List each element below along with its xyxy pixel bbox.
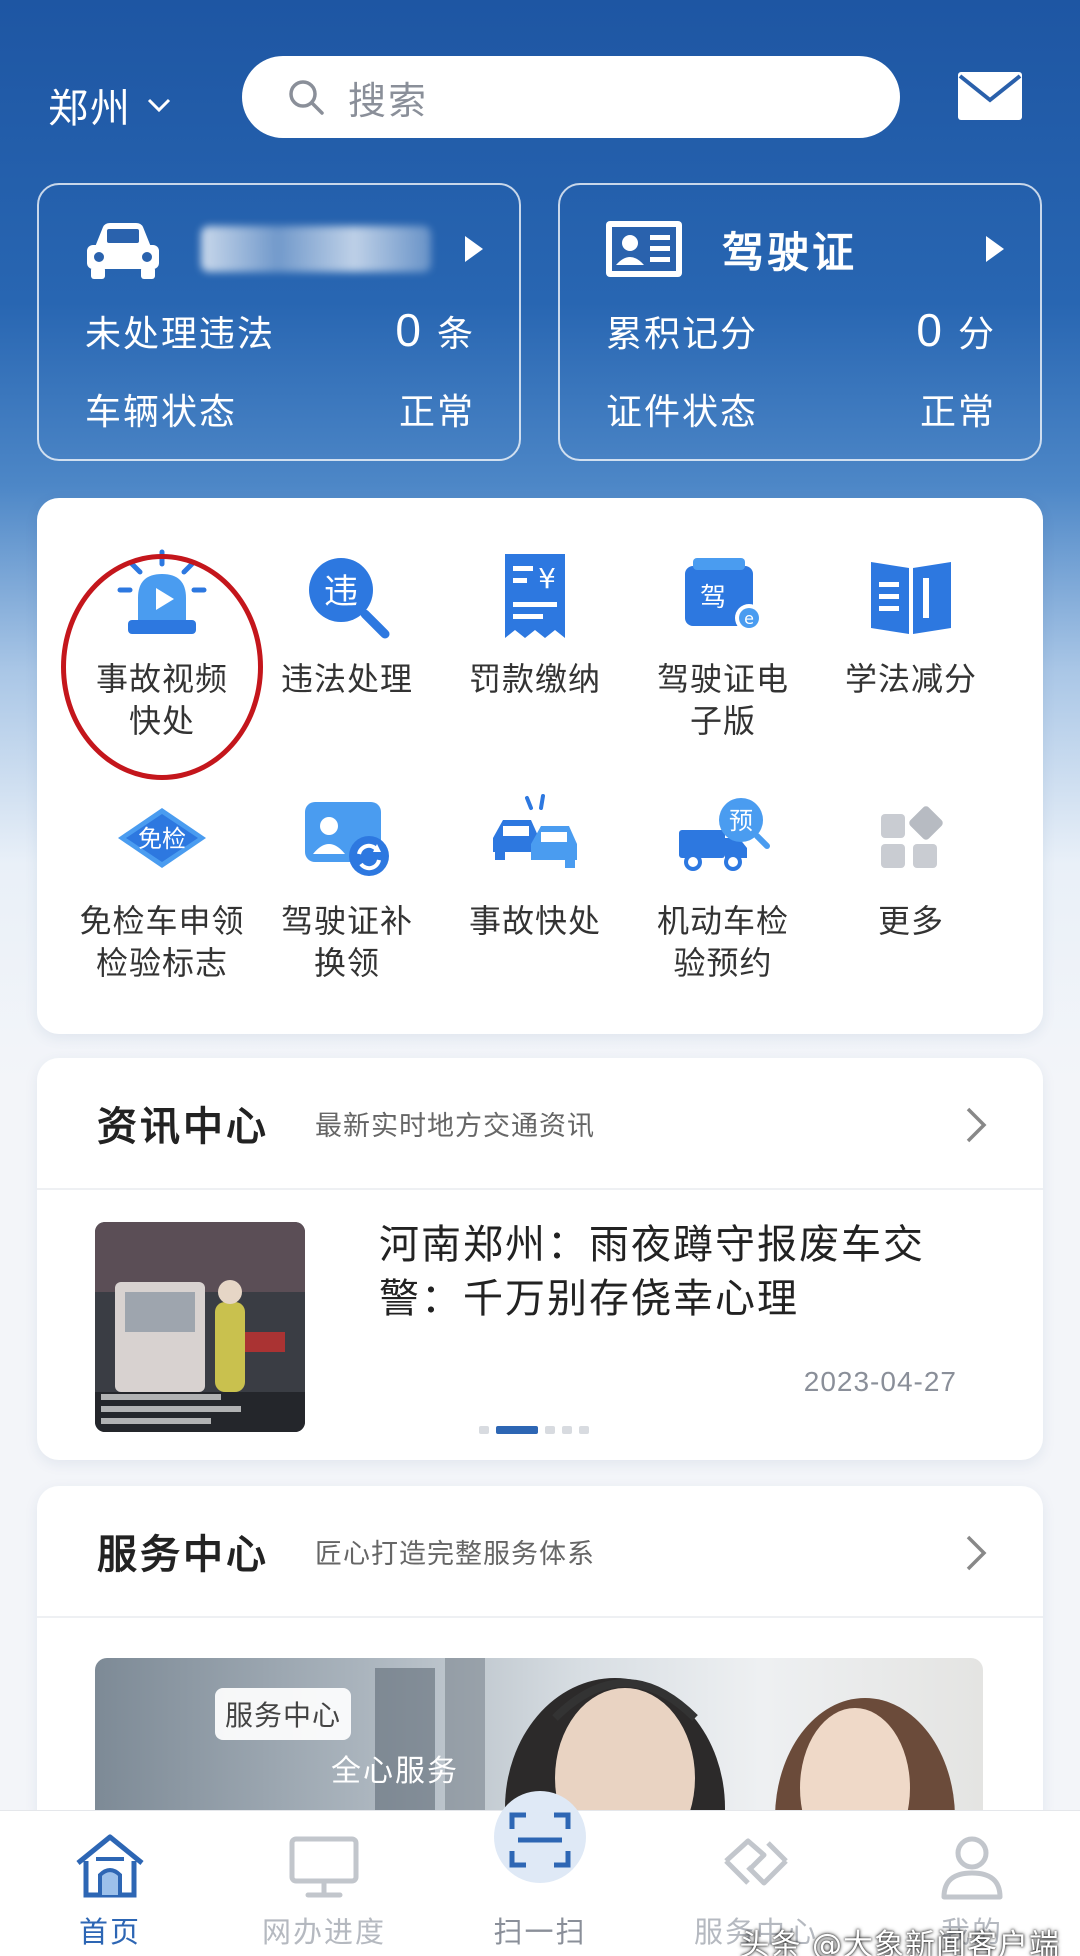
fine-receipt-icon: ¥ bbox=[505, 554, 565, 638]
car-icon bbox=[87, 223, 159, 279]
search-icon bbox=[289, 80, 324, 115]
func-label: 罚款缴纳 bbox=[468, 660, 601, 698]
license-status-value: 正常 bbox=[919, 392, 996, 433]
chevron-down-icon bbox=[147, 98, 171, 113]
search-input[interactable]: 搜索 bbox=[242, 56, 900, 138]
license-title: 驾驶证 bbox=[722, 227, 858, 277]
service-banner-tag: 服务中心 bbox=[215, 1688, 352, 1740]
vehicle-card[interactable]: 未处理违法 0 条 车辆状态 正常 bbox=[37, 183, 521, 461]
vehicle-status-label: 车辆状态 bbox=[85, 392, 238, 433]
func-violation[interactable]: 违 违法处理 bbox=[252, 548, 442, 700]
truck-booking-icon: 预 bbox=[679, 798, 770, 871]
plate-number-blurred bbox=[201, 226, 431, 272]
license-card[interactable]: 驾驶证 累积记分 0 分 证件状态 正常 bbox=[558, 183, 1042, 461]
func-label: 更多 bbox=[877, 902, 944, 940]
func-label: 事故视频快处 bbox=[95, 660, 228, 740]
func-label: 免检车申领检验标志 bbox=[79, 902, 245, 982]
service-title: 服务中心 bbox=[97, 1532, 269, 1578]
siren-video-icon bbox=[117, 549, 207, 634]
top-bar: 郑州 搜索 bbox=[0, 50, 1080, 160]
function-grid: 事故视频快处 违 违法处理 ¥ 罚款缴纳 驾 e 驾驶证电子版 学法减分 免检 … bbox=[37, 498, 1043, 1034]
tab-label: 网办进度 bbox=[261, 1915, 386, 1949]
violations-count: 0 bbox=[395, 304, 423, 356]
func-label: 事故快处 bbox=[468, 902, 601, 940]
e-license-icon: 驾 e bbox=[685, 558, 763, 632]
scan-icon bbox=[509, 1812, 571, 1868]
func-quick-accident[interactable]: 事故快处 bbox=[440, 790, 630, 942]
home-icon bbox=[76, 1834, 144, 1898]
book-icon bbox=[871, 562, 951, 634]
func-label: 学法减分 bbox=[844, 660, 977, 698]
points-unit: 分 bbox=[957, 314, 996, 355]
func-label: 驾驶证补换领 bbox=[280, 902, 413, 982]
violations-label: 未处理违法 bbox=[85, 314, 276, 355]
monitor-icon bbox=[289, 1836, 359, 1898]
func-exempt-inspection[interactable]: 免检 免检车申领检验标志 bbox=[67, 790, 257, 984]
license-status-label: 证件状态 bbox=[606, 392, 759, 433]
more-grid-icon bbox=[881, 806, 943, 868]
points-value: 0 bbox=[916, 304, 944, 356]
tab-scan[interactable]: 扫一扫 bbox=[460, 1791, 620, 1951]
tab-label: 扫一扫 bbox=[493, 1915, 587, 1949]
func-label: 驾驶证电子版 bbox=[656, 660, 789, 740]
news-thumbnail[interactable] bbox=[95, 1222, 305, 1432]
license-renew-icon bbox=[305, 802, 389, 876]
service-header[interactable]: 服务中心 匠心打造完整服务体系 bbox=[37, 1486, 1043, 1618]
car-crash-icon bbox=[493, 794, 577, 868]
handshake-icon bbox=[724, 1838, 788, 1886]
user-icon bbox=[941, 1836, 1003, 1900]
news-headline[interactable]: 河南郑州：雨夜蹲守报废车交警：千万别存侥幸心理 bbox=[379, 1218, 969, 1326]
news-date: 2023-04-27 bbox=[803, 1366, 957, 1397]
svg-text:免检: 免检 bbox=[138, 825, 186, 853]
func-study-deduct[interactable]: 学法减分 bbox=[816, 548, 1006, 700]
svg-text:e: e bbox=[744, 609, 754, 628]
func-fine-payment[interactable]: ¥ 罚款缴纳 bbox=[440, 548, 630, 700]
func-e-license[interactable]: 驾 e 驾驶证电子版 bbox=[628, 548, 818, 742]
news-header[interactable]: 资讯中心 最新实时地方交通资讯 bbox=[37, 1058, 1043, 1190]
func-accident-video[interactable]: 事故视频快处 bbox=[67, 548, 257, 742]
chevron-right-icon bbox=[966, 1107, 987, 1143]
func-license-renew[interactable]: 驾驶证补换领 bbox=[252, 790, 442, 984]
mail-icon[interactable] bbox=[956, 70, 1024, 122]
svg-text:驾: 驾 bbox=[700, 583, 726, 613]
func-label: 机动车检验预约 bbox=[656, 902, 789, 982]
svg-text:预: 预 bbox=[729, 807, 753, 835]
tab-progress[interactable]: 网办进度 bbox=[244, 1831, 404, 1951]
func-inspection-booking[interactable]: 预 机动车检验预约 bbox=[628, 790, 818, 984]
news-title: 资讯中心 bbox=[97, 1104, 269, 1150]
service-banner-text: 全心服务 bbox=[331, 1754, 459, 1789]
news-center-card[interactable]: 资讯中心 最新实时地方交通资讯 河南郑州：雨夜蹲守报废车交警：千万别存侥幸心理 … bbox=[37, 1058, 1043, 1460]
vehicle-status-value: 正常 bbox=[398, 392, 475, 433]
id-card-icon bbox=[606, 221, 682, 277]
search-placeholder: 搜索 bbox=[348, 78, 429, 123]
func-label: 违法处理 bbox=[280, 660, 413, 698]
play-arrow-icon bbox=[986, 236, 1004, 262]
news-subtitle: 最新实时地方交通资讯 bbox=[315, 1110, 595, 1142]
svg-text:¥: ¥ bbox=[538, 562, 556, 595]
tab-label: 首页 bbox=[78, 1915, 141, 1949]
app-screen: 郑州 搜索 未处理违法 0 条 车辆状态 正常 驾驶证 累积记分 0 分 证件状… bbox=[0, 0, 1080, 1956]
svg-text:违: 违 bbox=[324, 572, 358, 612]
service-center-card[interactable]: 服务中心 匠心打造完整服务体系 服务中心 全心服务 bbox=[37, 1486, 1043, 1816]
func-more[interactable]: 更多 bbox=[816, 790, 1006, 942]
city-selector[interactable]: 郑州 bbox=[48, 76, 172, 134]
city-label: 郑州 bbox=[48, 86, 132, 132]
violation-search-icon: 违 bbox=[309, 558, 390, 639]
service-subtitle: 匠心打造完整服务体系 bbox=[315, 1538, 595, 1570]
tab-home[interactable]: 首页 bbox=[30, 1831, 190, 1951]
watermark: 头条 @大象新闻客户端 bbox=[739, 1928, 1060, 1956]
points-label: 累积记分 bbox=[606, 314, 759, 355]
play-arrow-icon bbox=[465, 236, 483, 262]
chevron-right-icon bbox=[966, 1535, 987, 1571]
violations-unit: 条 bbox=[436, 314, 475, 355]
carousel-indicator bbox=[479, 1426, 589, 1434]
exempt-badge-icon: 免检 bbox=[118, 808, 206, 868]
